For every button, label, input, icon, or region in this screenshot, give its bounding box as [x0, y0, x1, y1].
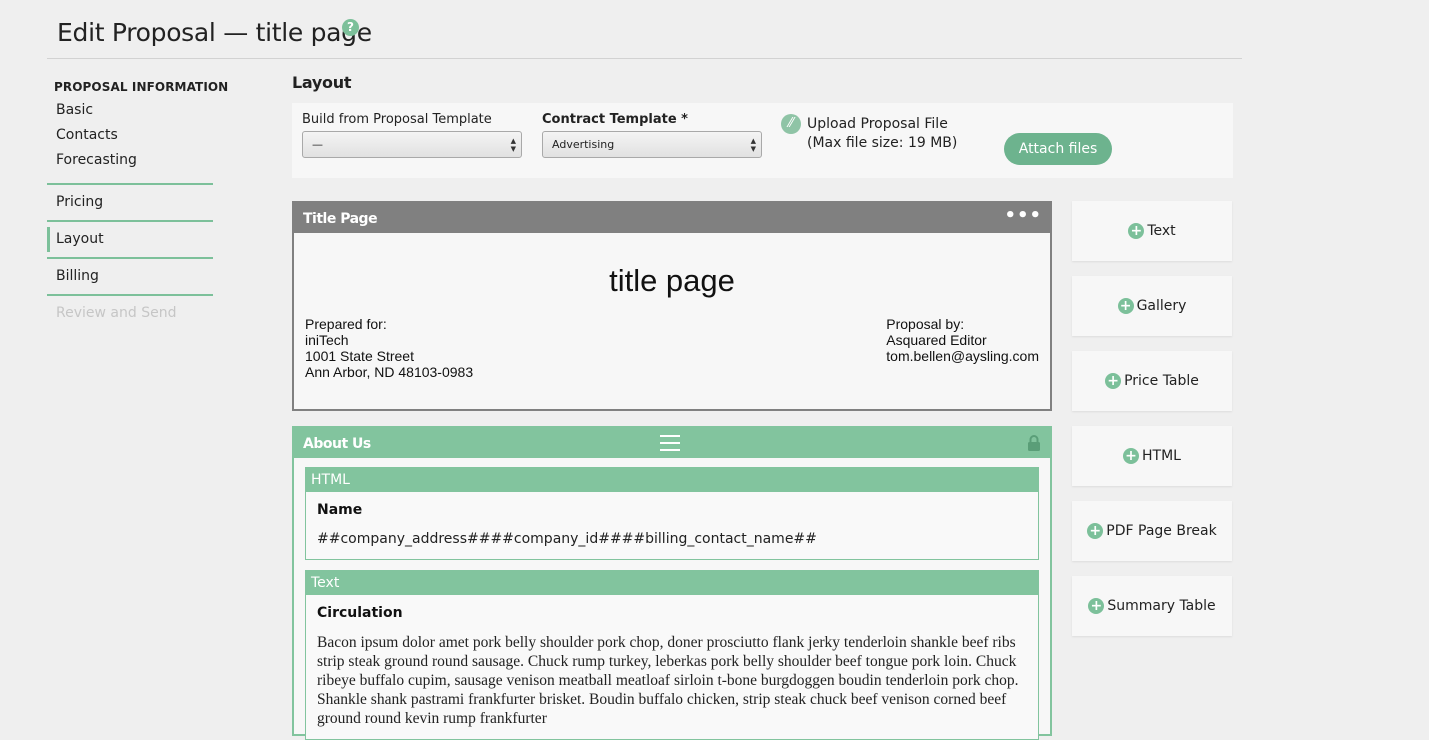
- contract-template-label: Contract Template *: [542, 112, 688, 127]
- sidebar-item-forecasting[interactable]: Forecasting: [56, 152, 137, 168]
- html-block-header: HTML: [306, 468, 1038, 492]
- client-city: Ann Arbor, ND 48103-0983: [305, 364, 474, 380]
- text-block-header: Text: [306, 571, 1038, 595]
- author-email: tom.bellen@aysling.com: [886, 348, 1039, 364]
- sidebar-divider: [47, 294, 213, 296]
- plus-circle-icon: +: [1117, 298, 1134, 314]
- text-block-title: Circulation: [317, 605, 403, 621]
- title-page-header: Title Page •••: [294, 203, 1050, 233]
- paperclip-icon[interactable]: ⁄⁄: [781, 114, 801, 134]
- proposal-template-label: Build from Proposal Template: [302, 112, 492, 127]
- sidebar-divider: [47, 220, 213, 222]
- html-block[interactable]: HTML Name ##company_address####company_i…: [305, 467, 1039, 560]
- plus-circle-icon: +: [1087, 523, 1104, 539]
- about-us-section: About Us HTML Name ##company_address####…: [292, 426, 1052, 740]
- about-us-header: About Us: [294, 428, 1050, 458]
- contract-template-select[interactable]: Advertising ▲ ▼: [542, 131, 762, 158]
- sidebar-divider: [47, 183, 213, 185]
- client-street: 1001 State Street: [305, 348, 414, 364]
- widget-label: Price Table: [1124, 373, 1199, 389]
- add-gallery-widget[interactable]: + Gallery: [1072, 276, 1232, 336]
- select-arrows-icon: ▲ ▼: [510, 137, 516, 153]
- sidebar-item-billing[interactable]: Billing: [56, 268, 99, 284]
- more-options-icon[interactable]: •••: [1004, 200, 1042, 232]
- plus-circle-icon: +: [1128, 223, 1145, 239]
- title-divider: [47, 58, 1242, 59]
- add-html-widget[interactable]: + HTML: [1072, 426, 1232, 486]
- plus-circle-icon: +: [1088, 598, 1105, 614]
- proposal-by-label: Proposal by:: [886, 316, 965, 332]
- title-page-section: Title Page ••• title page Prepared for: …: [292, 201, 1052, 411]
- sidebar-heading: PROPOSAL INFORMATION: [54, 80, 229, 94]
- widget-label: Text: [1147, 223, 1176, 239]
- add-pdf-page-break-widget[interactable]: + PDF Page Break: [1072, 501, 1232, 561]
- prepared-for-label: Prepared for:: [305, 316, 387, 332]
- sidebar-item-pricing[interactable]: Pricing: [56, 194, 103, 210]
- about-us-header-label: About Us: [303, 436, 371, 452]
- sidebar-item-review-and-send: Review and Send: [56, 305, 177, 321]
- widget-label: PDF Page Break: [1106, 523, 1217, 539]
- sidebar-item-layout[interactable]: Layout: [56, 231, 104, 247]
- add-summary-table-widget[interactable]: + Summary Table: [1072, 576, 1232, 636]
- html-block-body: ##company_address####company_id####billi…: [317, 531, 817, 547]
- widget-label: Summary Table: [1107, 598, 1216, 614]
- sidebar-item-basic[interactable]: Basic: [56, 102, 93, 118]
- title-page-heading: title page: [609, 263, 735, 298]
- html-block-title: Name: [317, 502, 363, 518]
- proposal-template-select[interactable]: — ▲ ▼: [302, 131, 522, 158]
- sidebar-divider: [47, 257, 213, 259]
- widget-label: HTML: [1142, 448, 1181, 464]
- widget-label: Gallery: [1136, 298, 1187, 314]
- section-title: Layout: [292, 73, 352, 92]
- upload-proposal-file[interactable]: Upload Proposal File (Max file size: 19 …: [807, 115, 957, 153]
- proposal-by-block: Proposal by: Asquared Editor tom.bellen@…: [886, 316, 1039, 364]
- text-block-body: Bacon ipsum dolor amet pork belly should…: [317, 634, 1019, 727]
- sidebar-item-contacts[interactable]: Contacts: [56, 127, 118, 143]
- add-price-table-widget[interactable]: + Price Table: [1072, 351, 1232, 411]
- title-page-header-label: Title Page: [303, 211, 378, 227]
- text-block[interactable]: Text Circulation Bacon ipsum dolor amet …: [305, 570, 1039, 740]
- drag-handle-icon[interactable]: [660, 435, 680, 451]
- author-name: Asquared Editor: [886, 332, 987, 348]
- page-title: Edit Proposal — title page: [57, 18, 372, 47]
- add-text-widget[interactable]: + Text: [1072, 201, 1232, 261]
- plus-circle-icon: +: [1105, 373, 1122, 389]
- proposal-template-value: —: [312, 138, 323, 151]
- prepared-for-block: Prepared for: iniTech 1001 State Street …: [305, 316, 473, 380]
- upload-label: Upload Proposal File: [807, 116, 948, 132]
- active-indicator: [47, 227, 50, 252]
- contract-template-value: Advertising: [552, 138, 615, 151]
- layout-settings-panel: Build from Proposal Template — ▲ ▼ Contra…: [292, 103, 1233, 178]
- lock-icon[interactable]: [1027, 435, 1041, 451]
- help-icon[interactable]: ?: [342, 19, 359, 36]
- upload-size-limit: (Max file size: 19 MB): [807, 135, 958, 151]
- select-arrows-icon: ▲ ▼: [750, 137, 756, 153]
- client-company: iniTech: [305, 332, 349, 348]
- plus-circle-icon: +: [1123, 448, 1140, 464]
- attach-files-button[interactable]: Attach files: [1004, 133, 1112, 165]
